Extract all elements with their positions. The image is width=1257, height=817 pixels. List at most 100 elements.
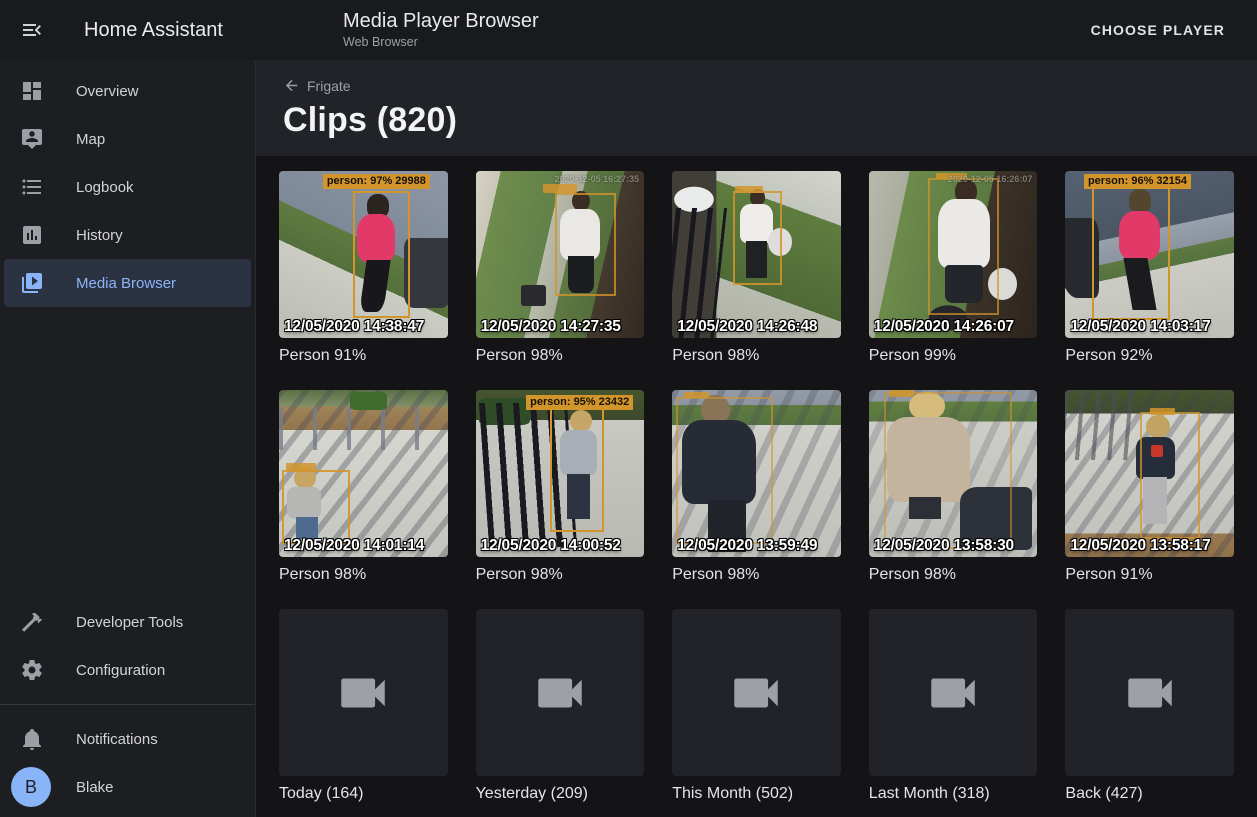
- detection-bounding-box: [928, 178, 999, 315]
- detection-bounding-box: [550, 408, 604, 532]
- detection-bounding-box: [733, 191, 782, 285]
- package-shape: [521, 285, 546, 307]
- clip-card[interactable]: person: 97% 29988 12/05/2020 14:38:47 Pe…: [279, 171, 448, 366]
- clip-card[interactable]: 2020-12-05 16:27:35 12/05/2020 14:27:35 …: [476, 171, 645, 366]
- folder-thumbnail: [476, 609, 645, 776]
- breadcrumb-back-frigate[interactable]: Frigate: [283, 77, 351, 94]
- railing-shape: [279, 407, 448, 450]
- sidebar-item-label: Map: [76, 131, 105, 148]
- video-camera-icon: [727, 664, 785, 722]
- clip-card[interactable]: 12/05/2020 14:26:48 Person 98%: [672, 171, 841, 366]
- top-app-bar: Home Assistant Media Player Browser Web …: [0, 0, 1257, 60]
- detection-label-chip: [735, 186, 764, 193]
- clip-caption: Person 98%: [279, 565, 448, 585]
- sidebar-user-profile[interactable]: B Blake: [4, 763, 251, 811]
- chart-box-icon: [20, 223, 44, 247]
- view-dashboard-icon: [20, 79, 44, 103]
- clip-timestamp: 12/05/2020 14:38:47: [284, 318, 424, 336]
- clip-card[interactable]: 12/05/2020 13:58:30 Person 98%: [869, 390, 1038, 585]
- detection-label: person: 97% 29988: [323, 174, 430, 189]
- detection-bounding-box: [676, 397, 774, 544]
- sidebar-spacer: [0, 307, 255, 598]
- clip-card[interactable]: 12/05/2020 13:58:17 Person 91%: [1065, 390, 1234, 585]
- railing-shape: [1065, 390, 1141, 460]
- detection-label-chip: [889, 390, 914, 397]
- hammer-icon: [20, 610, 44, 634]
- sidebar-item-label: Logbook: [76, 179, 134, 196]
- folder-card-today[interactable]: Today (164): [279, 609, 448, 804]
- detection-bounding-box: [1092, 186, 1170, 320]
- app-name: Home Assistant: [84, 19, 223, 42]
- sidebar-item-map[interactable]: Map: [4, 115, 251, 163]
- clip-card[interactable]: 12/05/2020 14:01:14 Person 98%: [279, 390, 448, 585]
- clip-thumbnail: 12/05/2020 13:58:30: [869, 390, 1038, 557]
- clip-card[interactable]: 12/05/2020 13:59:49 Person 98%: [672, 390, 841, 585]
- sidebar-item-developer-tools[interactable]: Developer Tools: [4, 598, 251, 646]
- folder-card-last-month[interactable]: Last Month (318): [869, 609, 1038, 804]
- clip-timestamp: 12/05/2020 13:58:17: [1070, 537, 1210, 555]
- sidebar-item-label: Developer Tools: [76, 614, 183, 631]
- sidebar-item-label: Media Browser: [76, 275, 176, 292]
- clip-caption: Person 98%: [672, 565, 841, 585]
- page-title-block: Media Player Browser Web Browser: [343, 10, 539, 49]
- media-grid-area: person: 97% 29988 12/05/2020 14:38:47 Pe…: [256, 156, 1257, 813]
- folder-card-yesterday[interactable]: Yesterday (209): [476, 609, 645, 804]
- folder-caption: Yesterday (209): [476, 784, 645, 804]
- clip-thumbnail: 12/05/2020 14:26:48: [672, 171, 841, 338]
- cog-icon: [20, 658, 44, 682]
- clip-thumbnail: 2020-12-05 16:27:35 12/05/2020 14:27:35: [476, 171, 645, 338]
- sidebar-item-configuration[interactable]: Configuration: [4, 646, 251, 694]
- detection-label-chip: [1150, 408, 1175, 415]
- sidebar: Overview Map Logbook History Media Brows…: [0, 60, 256, 817]
- content-header: Frigate Clips (820): [256, 60, 1257, 156]
- media-grid: person: 97% 29988 12/05/2020 14:38:47 Pe…: [256, 156, 1257, 804]
- content-title: Clips (820): [283, 101, 1233, 140]
- home-assistant-app: Home Assistant Media Player Browser Web …: [0, 0, 1257, 817]
- arrow-left-icon: [283, 77, 300, 94]
- folder-caption: Last Month (318): [869, 784, 1038, 804]
- detection-bounding-box: [1140, 412, 1201, 539]
- sidebar-item-label: History: [76, 227, 123, 244]
- clip-timestamp: 12/05/2020 14:00:52: [481, 537, 621, 555]
- folder-thumbnail: [672, 609, 841, 776]
- sidebar-item-label: Overview: [76, 83, 139, 100]
- detection-bounding-box: [353, 191, 410, 318]
- sidebar-item-notifications[interactable]: Notifications: [4, 715, 251, 763]
- clip-caption: Person 92%: [1065, 346, 1234, 366]
- video-camera-icon: [531, 664, 589, 722]
- folder-thumbnail: [869, 609, 1038, 776]
- clip-caption: Person 98%: [476, 565, 645, 585]
- video-camera-icon: [334, 664, 392, 722]
- sidebar-item-label: Configuration: [76, 662, 165, 679]
- folder-card-this-month[interactable]: This Month (502): [672, 609, 841, 804]
- clip-thumbnail: 12/05/2020 14:01:14: [279, 390, 448, 557]
- clip-card[interactable]: person: 96% 32154 12/05/2020 14:03:17 Pe…: [1065, 171, 1234, 366]
- folder-thumbnail: [279, 609, 448, 776]
- clip-caption: Person 98%: [672, 346, 841, 366]
- camera-overlay-text: 2020-12-05 16:27:35: [555, 174, 640, 184]
- tooltip-account-icon: [20, 127, 44, 151]
- user-avatar: B: [11, 767, 51, 807]
- sidebar-item-history[interactable]: History: [4, 211, 251, 259]
- clip-timestamp: 12/05/2020 14:01:14: [284, 537, 424, 555]
- bell-icon: [20, 727, 44, 751]
- choose-player-button[interactable]: CHOOSE PLAYER: [1083, 14, 1233, 46]
- clip-caption: Person 98%: [869, 565, 1038, 585]
- toy-mower-shape: [350, 392, 387, 410]
- sidebar-item-logbook[interactable]: Logbook: [4, 163, 251, 211]
- detection-label: person: 96% 32154: [1084, 174, 1191, 189]
- clip-thumbnail: 2020-12-05 16:26:07 12/05/2020 14:26:07: [869, 171, 1038, 338]
- clip-card[interactable]: 2020-12-05 16:26:07 12/05/2020 14:26:07 …: [869, 171, 1038, 366]
- menu-open-icon[interactable]: [20, 18, 44, 42]
- clip-caption: Person 98%: [476, 346, 645, 366]
- detection-label-chip: [684, 392, 709, 399]
- sidebar-divider: [0, 704, 255, 705]
- detection-label-chip: [543, 184, 577, 192]
- sidebar-item-media-browser[interactable]: Media Browser: [4, 259, 251, 307]
- clip-caption: Person 91%: [1065, 565, 1234, 585]
- page-subtitle: Web Browser: [343, 35, 539, 49]
- sidebar-item-overview[interactable]: Overview: [4, 67, 251, 115]
- folder-card-back[interactable]: Back (427): [1065, 609, 1234, 804]
- clip-card[interactable]: person: 95% 23432 12/05/2020 14:00:52 Pe…: [476, 390, 645, 585]
- topbar-sidebar-section: Home Assistant: [0, 18, 256, 42]
